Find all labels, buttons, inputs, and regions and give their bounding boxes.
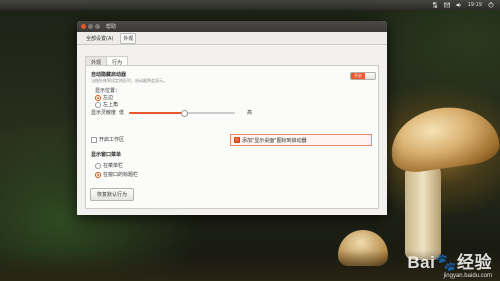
background-mushroom-stem <box>405 160 441 260</box>
watermark-url: jingyan.baidu.com <box>443 273 492 279</box>
show-desktop-label: 添加"显示桌面"图标到启动器 <box>242 137 307 144</box>
reveal-option-top-left-label: 左上角 <box>103 102 119 108</box>
menus-title: 显示窗口菜单 <box>91 152 122 158</box>
radio-top-left[interactable] <box>95 101 101 108</box>
volume-icon[interactable] <box>456 2 462 8</box>
show-desktop-checkbox[interactable] <box>234 136 240 143</box>
auto-hide-switch[interactable]: 开启 <box>350 72 376 80</box>
reveal-option-left[interactable]: 左边 <box>95 94 113 101</box>
switch-knob[interactable] <box>365 73 375 79</box>
radio-titlebar[interactable] <box>95 171 101 178</box>
watermark-brand: Bai🐾经验 <box>407 253 492 272</box>
sort-arrows-icon[interactable] <box>432 1 438 9</box>
breadcrumb-all-settings[interactable]: 全部设置(A) <box>84 34 115 43</box>
breadcrumb-appearance[interactable]: 外观 <box>120 32 137 44</box>
baidu-watermark: Bai🐾经验 jingyan.baidu.com <box>407 248 492 279</box>
background-mushroom-cap <box>386 100 500 176</box>
window-title: 帮助 <box>106 24 117 30</box>
mail-icon[interactable] <box>443 2 450 8</box>
clock[interactable]: 19:19 <box>468 2 482 8</box>
power-gear-icon[interactable] <box>488 2 494 8</box>
restore-defaults-button[interactable]: 恢复默认行为 <box>90 188 135 201</box>
sensitivity-high-label: 高 <box>247 110 253 116</box>
window-titlebar[interactable]: 帮助 <box>77 21 387 32</box>
menus-option-menubar-label: 在菜单栏 <box>103 163 124 169</box>
maximize-icon[interactable] <box>95 24 100 29</box>
sensitivity-low-label: 低 <box>119 110 125 116</box>
show-desktop-option[interactable]: 添加"显示桌面"图标到启动器 <box>230 134 372 146</box>
sensitivity-label: 显示灵敏度 <box>91 110 117 116</box>
reveal-option-top-left[interactable]: 左上角 <box>95 101 118 108</box>
menus-option-titlebar-label: 在窗口的标题栏 <box>103 172 139 178</box>
reveal-location-label: 显示位置： <box>95 88 121 94</box>
workspaces-checkbox[interactable] <box>91 136 97 143</box>
menus-option-menubar[interactable]: 在菜单栏 <box>95 162 123 169</box>
switch-on-label: 开启 <box>351 73 365 79</box>
radio-left[interactable] <box>95 94 101 101</box>
workspaces-label: 开启工作区 <box>99 137 125 143</box>
auto-hide-description: 当指针移到设定热区时，启动器将会显示。 <box>91 78 167 83</box>
auto-hide-title: 自动隐藏启动器 <box>91 72 127 78</box>
settings-window: 帮助 全部设置(A) 外观 外观 行为 自动隐藏启动器 当指针移到设定热区时，启… <box>77 21 387 215</box>
minimize-icon[interactable] <box>88 24 93 29</box>
menus-option-titlebar[interactable]: 在窗口的标题栏 <box>95 171 138 178</box>
close-icon[interactable] <box>81 24 86 29</box>
sensitivity-slider-fill <box>129 112 185 114</box>
workspaces-option[interactable]: 开启工作区 <box>91 136 124 143</box>
top-panel: 19:19 <box>0 0 500 10</box>
radio-menubar[interactable] <box>95 162 101 169</box>
breadcrumb: 全部设置(A) 外观 <box>77 32 387 45</box>
